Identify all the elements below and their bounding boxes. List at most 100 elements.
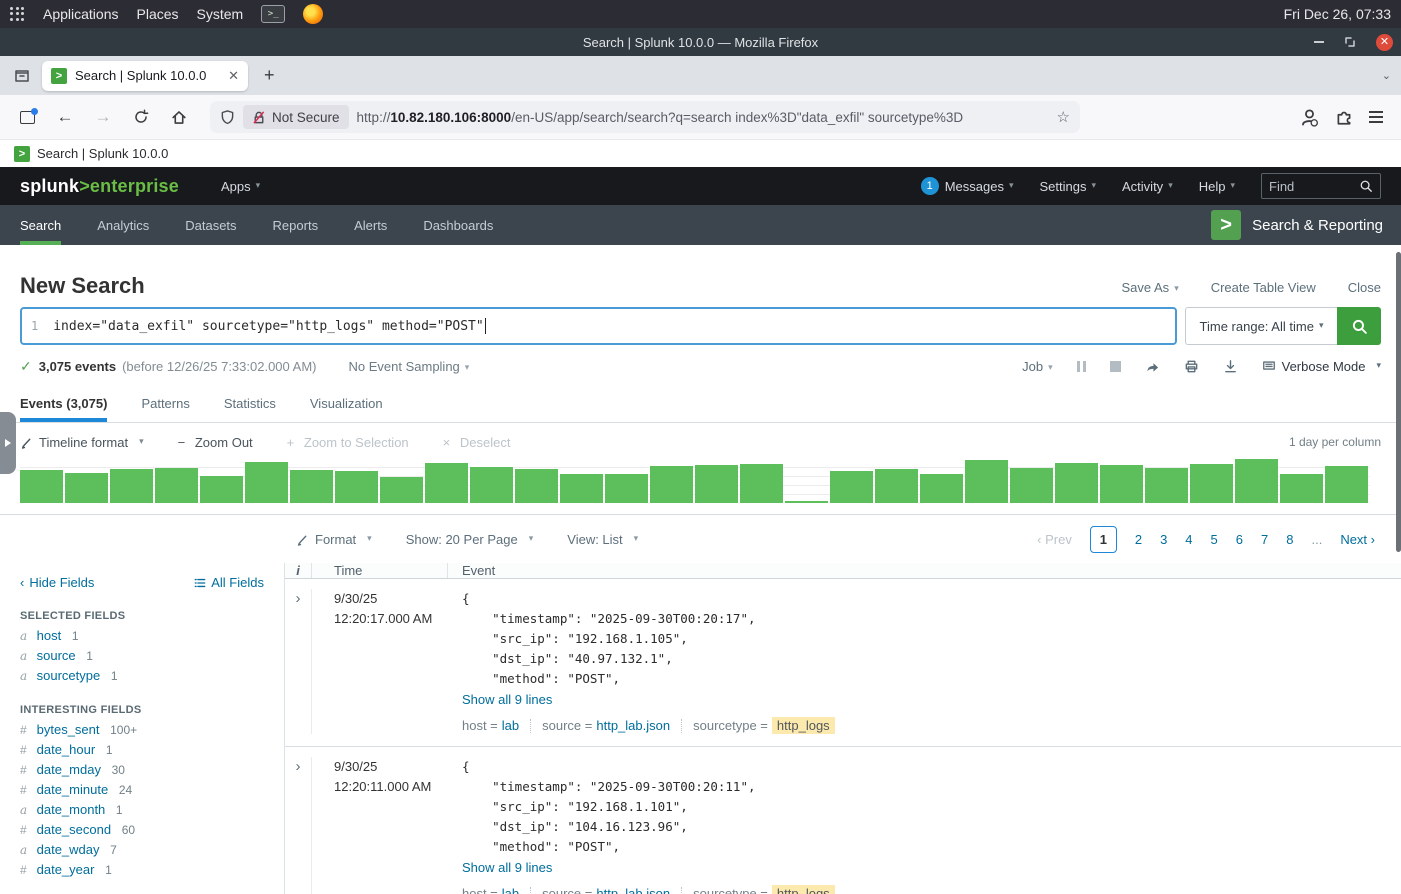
field-name[interactable]: date_wday xyxy=(37,842,100,857)
field-name[interactable]: source xyxy=(37,648,76,663)
restore-button[interactable] xyxy=(1344,36,1356,48)
timeline-bar[interactable] xyxy=(335,471,378,503)
field-item[interactable]: a date_wday 7 xyxy=(0,840,284,860)
deselect-button[interactable]: × Deselect xyxy=(443,435,511,450)
forward-button[interactable]: → xyxy=(88,107,118,127)
tab-statistics[interactable]: Statistics xyxy=(224,387,276,422)
search-mode-selector[interactable]: Verbose Mode▾ xyxy=(1262,359,1381,374)
page-button[interactable]: 2 xyxy=(1135,532,1142,547)
activity-menu[interactable]: Activity▾ xyxy=(1122,179,1173,194)
page-button[interactable]: 3 xyxy=(1160,532,1167,547)
tab-patterns[interactable]: Patterns xyxy=(141,387,189,422)
field-item[interactable]: a source 1 xyxy=(0,646,284,666)
field-item[interactable]: # date_second 60 xyxy=(0,820,284,840)
show-all-link[interactable]: Show all 9 lines xyxy=(462,858,552,878)
show-all-link[interactable]: Show all 9 lines xyxy=(462,690,552,710)
per-page-menu[interactable]: Show: 20 Per Page▾ xyxy=(406,532,534,547)
timeline-bar[interactable] xyxy=(155,468,198,503)
timeline-bar[interactable] xyxy=(425,463,468,503)
timeline-bar[interactable] xyxy=(1055,463,1098,503)
tab-visualization[interactable]: Visualization xyxy=(310,387,383,422)
help-menu[interactable]: Help▾ xyxy=(1199,179,1235,194)
search-input[interactable]: 1 index="data_exfil" sourcetype="http_lo… xyxy=(20,307,1177,345)
time-range-picker[interactable]: Time range: All time▾ xyxy=(1185,307,1337,345)
field-item[interactable]: a host 1 xyxy=(0,626,284,646)
app-chip[interactable]: > Search & Reporting xyxy=(1211,205,1401,245)
view-menu[interactable]: View: List▾ xyxy=(567,532,638,547)
next-button[interactable]: Next › xyxy=(1340,532,1375,547)
terminal-icon[interactable]: >_ xyxy=(261,5,285,23)
system-menu[interactable]: System xyxy=(197,6,244,22)
event-field-value[interactable]: lab xyxy=(502,886,519,894)
extensions-icon[interactable] xyxy=(1335,108,1353,126)
field-name[interactable]: sourcetype xyxy=(37,668,101,683)
shield-icon[interactable] xyxy=(220,109,235,125)
timeline-bar[interactable] xyxy=(1325,466,1368,503)
url-bar[interactable]: Not Secure http://10.82.180.106:8000/en-… xyxy=(210,101,1080,133)
tab-events[interactable]: Events (3,075) xyxy=(20,387,107,422)
export-button[interactable] xyxy=(1223,359,1238,374)
timeline-bar[interactable] xyxy=(110,469,153,503)
print-button[interactable] xyxy=(1184,359,1199,374)
event-field-value[interactable]: http_lab.json xyxy=(596,886,670,894)
timeline-bar[interactable] xyxy=(1100,465,1143,503)
share-button[interactable] xyxy=(1145,359,1160,374)
nav-item-datasets[interactable]: Datasets xyxy=(185,205,236,245)
flyout-handle[interactable] xyxy=(0,412,16,474)
settings-menu[interactable]: Settings▾ xyxy=(1040,179,1097,194)
bookmark-star-icon[interactable]: ☆ xyxy=(1057,108,1070,126)
format-menu[interactable]: Format▾ xyxy=(296,532,372,547)
timeline-bar[interactable] xyxy=(245,462,288,503)
event-expand[interactable]: › xyxy=(285,757,312,894)
nav-item-dashboards[interactable]: Dashboards xyxy=(423,205,493,245)
apps-menu[interactable]: Apps▾ xyxy=(221,179,260,194)
timeline-bar[interactable] xyxy=(65,473,108,503)
field-name[interactable]: date_second xyxy=(37,822,111,837)
account-icon[interactable] xyxy=(1300,108,1319,127)
nav-item-reports[interactable]: Reports xyxy=(273,205,319,245)
field-name[interactable]: date_mday xyxy=(37,762,101,777)
tab-close-icon[interactable]: ✕ xyxy=(228,68,239,84)
timeline-bar[interactable] xyxy=(1235,459,1278,503)
timeline-bar[interactable] xyxy=(290,470,333,503)
field-name[interactable]: date_minute xyxy=(37,782,109,797)
not-secure-chip[interactable]: Not Secure xyxy=(243,105,349,129)
timeline-bar[interactable] xyxy=(650,466,693,503)
timeline-bar[interactable] xyxy=(965,460,1008,503)
timeline-bar[interactable] xyxy=(1280,474,1323,503)
scrollbar-thumb[interactable] xyxy=(1396,252,1401,552)
field-item[interactable]: # bytes_sent 100+ xyxy=(0,720,284,740)
timeline-bar[interactable] xyxy=(605,474,648,503)
timeline-bar[interactable] xyxy=(1190,464,1233,503)
browser-tab[interactable]: > Search | Splunk 10.0.0 ✕ xyxy=(42,61,248,91)
bookmark-item[interactable]: Search | Splunk 10.0.0 xyxy=(37,146,168,161)
page-button[interactable]: 7 xyxy=(1261,532,1268,547)
nav-item-alerts[interactable]: Alerts xyxy=(354,205,387,245)
zoom-out-button[interactable]: − Zoom Out xyxy=(178,435,253,450)
timeline-bar[interactable] xyxy=(1145,468,1188,503)
close-window-button[interactable]: ✕ xyxy=(1376,34,1393,51)
save-as-button[interactable]: Save As▾ xyxy=(1121,280,1178,295)
browser-window-icon[interactable] xyxy=(12,111,42,124)
page-button[interactable]: 5 xyxy=(1211,532,1218,547)
field-name[interactable]: bytes_sent xyxy=(37,722,100,737)
nav-item-analytics[interactable]: Analytics xyxy=(97,205,149,245)
hide-fields-button[interactable]: ‹ Hide Fields xyxy=(20,575,94,590)
minimize-button[interactable] xyxy=(1314,41,1324,43)
event-sampling-menu[interactable]: No Event Sampling▾ xyxy=(349,359,470,374)
field-name[interactable]: date_hour xyxy=(37,742,96,757)
all-fields-button[interactable]: All Fields xyxy=(194,575,264,590)
event-expand[interactable]: › xyxy=(285,589,312,734)
page-button[interactable]: 8 xyxy=(1286,532,1293,547)
job-menu[interactable]: Job▾ xyxy=(1022,359,1053,374)
field-item[interactable]: # date_mday 30 xyxy=(0,760,284,780)
field-item[interactable]: a sourcetype 1 xyxy=(0,666,284,686)
field-item[interactable]: # date_year 1 xyxy=(0,860,284,880)
create-table-view-button[interactable]: Create Table View xyxy=(1211,280,1316,295)
nav-item-search[interactable]: Search xyxy=(20,205,61,245)
find-search-icon[interactable] xyxy=(1359,179,1373,193)
timeline-format-menu[interactable]: Timeline format▾ xyxy=(20,435,144,450)
find-box[interactable] xyxy=(1261,173,1381,199)
timeline-bar[interactable] xyxy=(875,469,918,503)
firefox-icon[interactable] xyxy=(303,4,323,24)
